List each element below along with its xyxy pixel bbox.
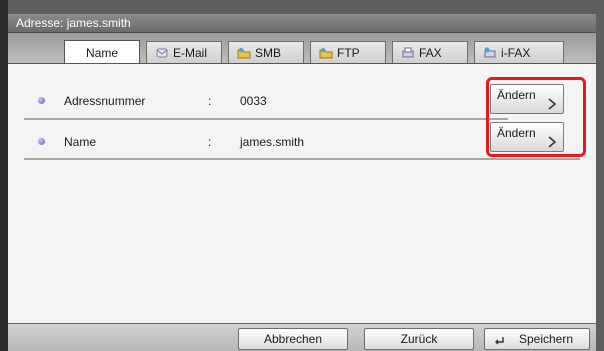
save-button[interactable]: Speichern (484, 328, 590, 350)
ifax-icon (483, 46, 497, 60)
button-label: Ändern (497, 126, 536, 140)
tab-fax[interactable]: FAX (392, 41, 468, 63)
row-label: Name (64, 135, 97, 149)
tab-ftp[interactable]: FTP (310, 41, 386, 63)
row-value: 0033 (240, 94, 267, 108)
tab-email[interactable]: E-Mail (146, 41, 222, 63)
change-address-number-button[interactable]: Ändern (490, 84, 564, 114)
button-label: Ändern (497, 88, 536, 102)
tab-label: FAX (419, 45, 442, 60)
enter-icon (493, 333, 505, 345)
window-title: Adresse: james.smith (8, 14, 596, 33)
row-label: Adressnummer (64, 94, 146, 108)
tab-label: E-Mail (173, 45, 208, 60)
fax-icon (401, 46, 415, 60)
divider (24, 118, 508, 120)
folder-icon (237, 46, 251, 60)
bullet-icon (38, 97, 45, 104)
tab-label: FTP (337, 45, 360, 60)
tab-ifax[interactable]: i-FAX (474, 41, 564, 63)
divider (24, 158, 580, 160)
row-separator: : (208, 135, 212, 149)
tab-smb[interactable]: SMB (228, 41, 304, 63)
folder-icon (319, 46, 333, 60)
tab-label: i-FAX (501, 45, 531, 60)
tab-bar: Name E-Mail SMB FTP FAX i-FAX (8, 33, 596, 64)
tab-label: SMB (255, 45, 282, 60)
back-button[interactable]: Zurück (364, 328, 474, 350)
tab-name[interactable]: Name (64, 40, 140, 64)
row-separator: : (208, 94, 212, 108)
footer-bar: Abbrechen Zurück Speichern (8, 323, 596, 351)
bullet-icon (38, 138, 45, 145)
change-name-button[interactable]: Ändern (490, 122, 564, 152)
chevron-right-icon (547, 98, 557, 110)
cancel-button[interactable]: Abbrechen (238, 328, 348, 350)
tab-label: Name (85, 45, 118, 60)
envelope-icon (155, 46, 169, 60)
save-label: Speichern (518, 332, 574, 346)
row-value: james.smith (240, 135, 305, 149)
chevron-right-icon (547, 136, 557, 148)
